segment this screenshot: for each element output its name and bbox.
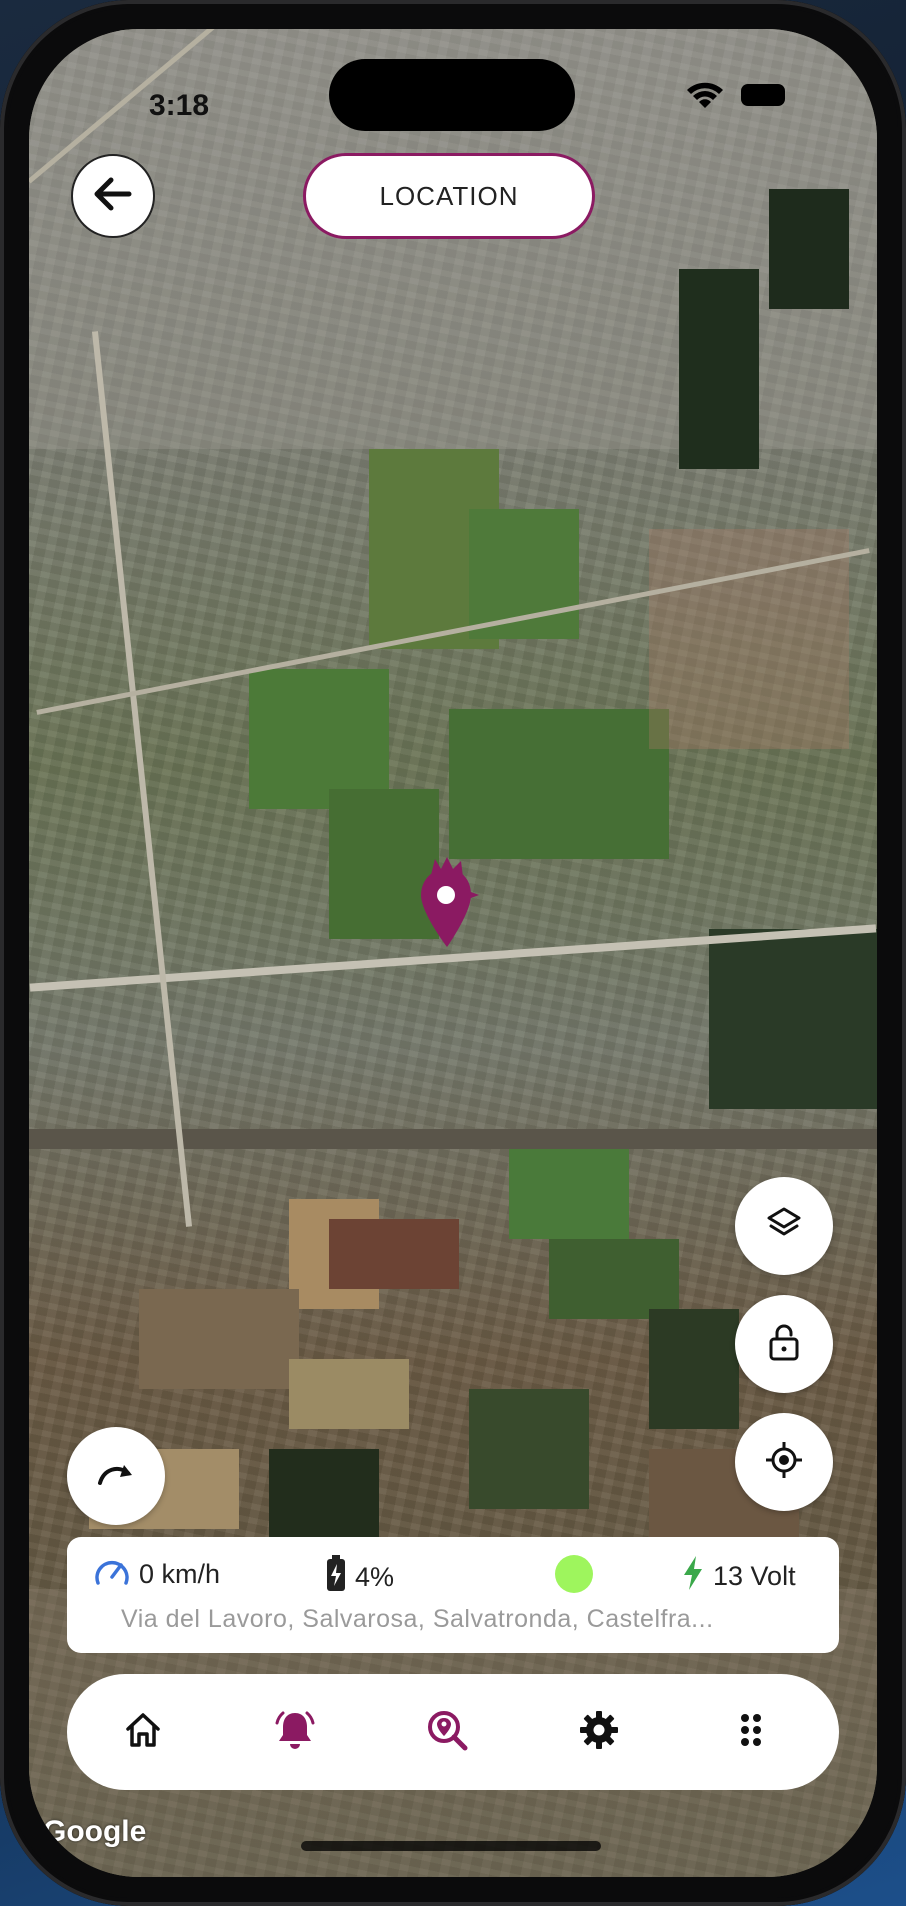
arrow-left-icon (89, 170, 137, 223)
refresh-button[interactable] (67, 1427, 165, 1525)
nav-find-vehicle[interactable] (419, 1704, 475, 1760)
nav-home[interactable] (115, 1704, 171, 1760)
map-attribution: Google (43, 1815, 147, 1848)
battery-status-icon (741, 84, 785, 106)
search-location-icon (425, 1708, 469, 1757)
vehicle-marker-icon[interactable] (413, 855, 483, 960)
lock-button[interactable] (735, 1295, 833, 1393)
voltage-info: 13 Volt (681, 1555, 796, 1598)
lightning-icon (681, 1555, 705, 1598)
home-indicator[interactable] (301, 1841, 601, 1851)
home-icon (123, 1710, 163, 1755)
address-text: Via del Lavoro, Salvarosa, Salvatronda, … (121, 1605, 714, 1633)
speed-value: 0 km/h (139, 1559, 221, 1589)
wifi-icon (685, 81, 725, 116)
speedometer-icon (93, 1555, 131, 1594)
back-button[interactable] (71, 154, 155, 238)
phone-frame: 3:18 LOCATION 0 km/h 4% 13 Volt Via del … (0, 0, 906, 1906)
bottom-navigation (67, 1674, 839, 1790)
crosshair-icon (764, 1440, 804, 1485)
layers-icon (765, 1205, 803, 1248)
lock-open-icon (766, 1322, 802, 1367)
bell-icon (273, 1709, 317, 1756)
connection-status (555, 1555, 593, 1593)
status-dot (555, 1555, 593, 1593)
battery-value: 4% (355, 1562, 395, 1592)
redo-arrow-icon (96, 1459, 136, 1494)
page-title: LOCATION (303, 153, 595, 239)
nav-settings[interactable] (571, 1704, 627, 1760)
vehicle-info-card: 0 km/h 4% 13 Volt Via del Lavoro, Salvar… (67, 1537, 839, 1653)
grid-dots-icon (739, 1712, 763, 1753)
speed-info: 0 km/h (93, 1555, 220, 1594)
nav-alarms[interactable] (267, 1704, 323, 1760)
nav-more[interactable] (723, 1704, 779, 1760)
dynamic-island (329, 59, 575, 131)
battery-icon (325, 1555, 347, 1600)
voltage-value: 13 Volt (713, 1561, 796, 1591)
layers-button[interactable] (735, 1177, 833, 1275)
my-location-button[interactable] (735, 1413, 833, 1511)
battery-info: 4% (325, 1555, 394, 1600)
screen: 3:18 LOCATION 0 km/h 4% 13 Volt Via del … (29, 29, 877, 1877)
status-time: 3:18 (149, 89, 210, 122)
gear-icon (579, 1710, 619, 1755)
